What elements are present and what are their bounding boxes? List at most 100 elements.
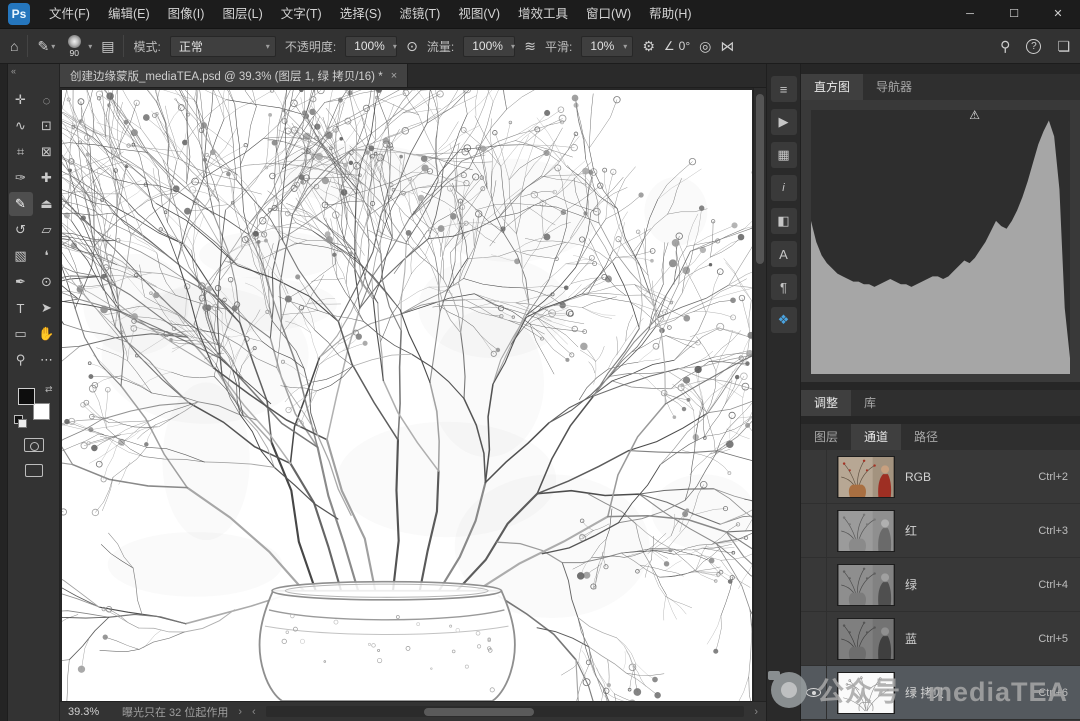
channel-row-1[interactable]: 红 Ctrl+3 [801,504,1080,558]
pressure-opacity-icon[interactable]: ⊙ [406,38,418,55]
healing-brush-tool[interactable]: ✚ [35,166,59,190]
snapshot-panel-icon[interactable]: ▦ [770,142,797,168]
more-tools[interactable]: ⋯ [35,348,59,372]
frame-tool[interactable]: ⊠ [35,140,59,164]
lasso-tool[interactable]: ∿ [9,114,33,138]
zoom-tool[interactable]: ⚲ [9,348,33,372]
background-color-swatch[interactable] [32,403,50,420]
info-panel-icon[interactable]: i [770,175,797,201]
foreground-color-swatch[interactable] [17,388,35,405]
channel-thumbnail[interactable] [837,563,895,606]
menu-item-4[interactable]: 文字(T) [272,0,331,28]
channel-thumbnail[interactable] [837,455,895,498]
quick-mask-button[interactable] [23,438,44,452]
3d-cube-icon[interactable]: ❖ [770,307,797,333]
actions-panel-icon[interactable]: ▶ [770,109,797,135]
channel-row-2[interactable]: 绿 Ctrl+4 [801,558,1080,612]
horizontal-scrollbar[interactable] [265,706,745,717]
symmetry-icon[interactable]: ⋈ [720,38,734,55]
type-tool[interactable]: T [9,296,33,320]
gear-icon[interactable]: ⚙ [642,38,655,55]
search-icon[interactable]: ⚲ [1000,38,1010,55]
app-logo-icon[interactable]: Ps [8,3,30,25]
visibility-toggle[interactable] [801,558,827,611]
document-tab[interactable]: 创建边缘蒙版_mediaTEA.psd @ 39.3% (图层 1, 绿 拷贝/… [60,64,409,87]
channel-row-0[interactable]: RGB Ctrl+2 [801,450,1080,504]
scrollbar-thumb[interactable] [756,94,764,264]
gradient-tool[interactable]: ▧ [9,244,33,268]
eraser-tool[interactable]: ▱ [35,218,59,242]
maximize-button[interactable]: ☐ [992,0,1036,28]
histogram-tab-0[interactable]: 直方图 [801,74,864,100]
rectangle-tool[interactable]: ▭ [9,322,33,346]
menu-item-10[interactable]: 帮助(H) [640,0,700,28]
visibility-toggle[interactable] [801,612,827,665]
zoom-level-field[interactable]: 39.3% [68,706,112,718]
move-tool[interactable]: ✛ [9,88,33,112]
layer-group-tab-2[interactable]: 路径 [901,424,951,450]
brush-settings-panel-icon[interactable]: ▤ [101,38,114,55]
object-selection-tool[interactable]: ⊡ [35,114,59,138]
brush-preset-picker[interactable]: 90 ▾ [64,34,92,58]
tool-preset-icon[interactable]: ✎ ▾ [37,38,55,55]
marquee-tool[interactable]: ◌ [35,88,59,112]
brush-tool[interactable]: ✎ [8,192,33,216]
channel-thumbnail[interactable] [837,617,895,660]
menu-item-8[interactable]: 增效工具 [509,0,577,28]
histogram-tab-1[interactable]: 导航器 [863,74,925,100]
adjustments-tab-0[interactable]: 调整 [801,390,852,416]
scroll-right-icon[interactable]: › [754,706,758,718]
opacity-select[interactable]: 100% ▾ [345,35,398,57]
character-panel-icon[interactable]: A [770,241,797,267]
visibility-toggle[interactable] [801,450,827,503]
eyedropper-tool[interactable]: ✑ [9,166,33,190]
dodge-tool[interactable]: ⊙ [35,270,59,294]
clone-stamp-tool[interactable]: ⏏ [35,192,59,216]
history-brush-tool[interactable]: ↺ [9,218,33,242]
swap-colors-icon[interactable]: ⇄ [45,384,53,395]
path-selection-tool[interactable]: ➤ [35,296,59,320]
channel-row-3[interactable]: 蓝 Ctrl+5 [801,612,1080,666]
close-button[interactable]: ✕ [1036,0,1080,28]
menu-item-6[interactable]: 滤镜(T) [390,0,449,28]
menu-item-3[interactable]: 图层(L) [213,0,271,28]
blend-mode-select[interactable]: 正常 ▾ [169,35,276,57]
screen-mode-button[interactable] [24,464,43,477]
blur-tool[interactable]: ❛ [35,244,59,268]
vertical-scrollbar[interactable] [753,88,766,701]
crop-tool[interactable]: ⌗ [9,140,33,164]
workspace-layout-icon[interactable]: ❏ [1057,38,1070,55]
channel-thumbnail[interactable] [837,509,895,552]
paragraph-panel-icon[interactable]: ¶ [770,274,797,300]
scrollbar-thumb[interactable] [423,707,534,716]
menu-item-7[interactable]: 视图(V) [449,0,509,28]
adjustments-tab-1[interactable]: 库 [851,390,889,416]
pen-tool[interactable]: ✒ [9,270,33,294]
visibility-toggle[interactable] [801,504,827,557]
menu-item-2[interactable]: 图像(I) [159,0,214,28]
menu-item-9[interactable]: 窗口(W) [577,0,640,28]
hand-tool[interactable]: ✋ [35,322,59,346]
canvas[interactable] [62,90,752,701]
flow-select[interactable]: 100% ▾ [463,35,516,57]
menu-item-5[interactable]: 选择(S) [331,0,391,28]
scroll-left-icon[interactable]: ‹ [252,706,256,718]
status-chevron-icon[interactable]: › [238,706,242,718]
properties-panel-icon[interactable]: ≡ [770,76,797,102]
adjustments-panel-icon[interactable]: ◧ [770,208,797,234]
close-icon[interactable]: × [391,70,397,82]
help-icon[interactable]: ? [1026,38,1042,54]
menu-item-0[interactable]: 文件(F) [40,0,99,28]
airbrush-icon[interactable]: ≋ [524,38,536,55]
layer-group-tab-0[interactable]: 图层 [801,424,851,450]
home-icon[interactable]: ⌂ [10,38,18,54]
brush-angle-control[interactable]: ∠ 0° [664,39,690,53]
menu-item-1[interactable]: 编辑(E) [99,0,159,28]
layer-group-tab-1[interactable]: 通道 [851,424,902,450]
default-colors-icon[interactable] [13,415,27,428]
minimize-button[interactable]: ─ [948,0,992,28]
smoothing-select[interactable]: 10% ▾ [581,35,634,57]
pressure-size-icon[interactable]: ◎ [699,38,711,55]
collapse-toolbar-icon[interactable]: « [11,66,16,76]
warning-icon[interactable]: ⚠ [969,108,980,122]
